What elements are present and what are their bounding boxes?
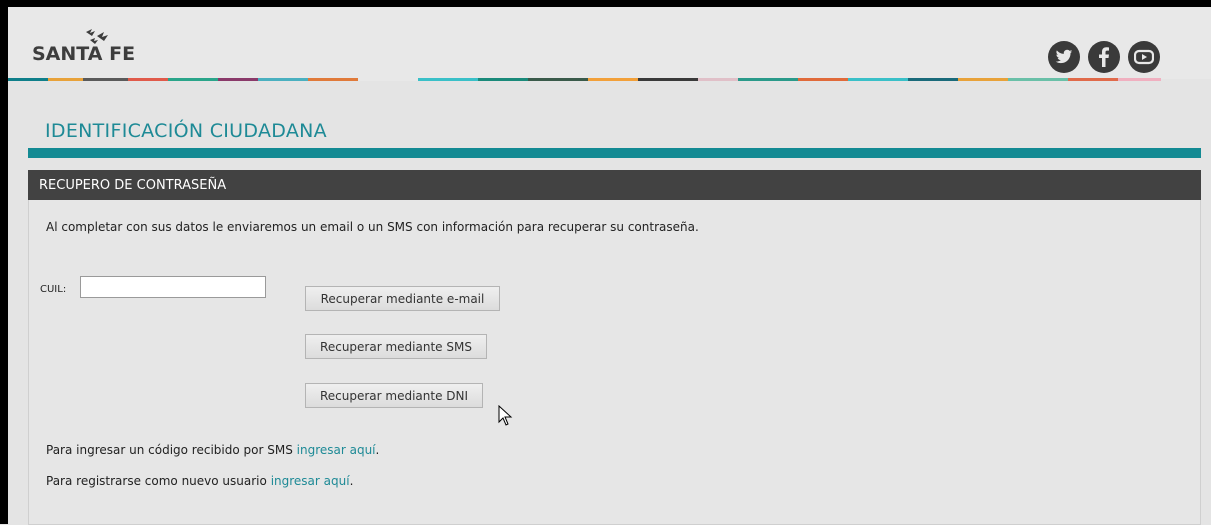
register-line: Para registrarse como nuevo usuario ingr… xyxy=(46,474,353,488)
youtube-icon[interactable] xyxy=(1128,41,1160,73)
page-title: IDENTIFICACIÓN CIUDADANA xyxy=(45,120,327,142)
mouse-cursor-icon xyxy=(498,405,513,426)
title-underline xyxy=(28,148,1201,158)
header-color-stripe xyxy=(8,78,1211,81)
window-frame-top xyxy=(0,0,1211,7)
register-period: . xyxy=(349,474,354,488)
cuil-input[interactable] xyxy=(80,276,266,298)
cuil-label: CUIL: xyxy=(40,284,67,295)
site-header: SANTA FE xyxy=(8,7,1211,79)
recover-dni-button[interactable]: Recuperar mediante DNI xyxy=(305,383,483,408)
sms-code-period: . xyxy=(375,443,380,457)
sms-code-link[interactable]: ingresar aquí xyxy=(297,443,376,457)
logo-birds-icon xyxy=(86,29,108,44)
register-link[interactable]: ingresar aquí xyxy=(271,474,350,488)
panel-heading: RECUPERO DE CONTRASEÑA xyxy=(39,178,227,193)
facebook-icon[interactable] xyxy=(1088,41,1120,73)
twitter-icon[interactable] xyxy=(1048,41,1080,73)
intro-text: Al completar con sus datos le enviaremos… xyxy=(46,220,699,234)
register-text: Para registrarse como nuevo usuario xyxy=(46,474,267,488)
recover-sms-button[interactable]: Recuperar mediante SMS xyxy=(305,334,487,359)
sms-code-text: Para ingresar un código recibido por SMS xyxy=(46,443,293,457)
window-frame-left xyxy=(0,0,8,524)
sms-code-line: Para ingresar un código recibido por SMS… xyxy=(46,443,379,457)
recover-email-button[interactable]: Recuperar mediante e-mail xyxy=(305,286,500,311)
panel-header: RECUPERO DE CONTRASEÑA xyxy=(28,170,1201,200)
